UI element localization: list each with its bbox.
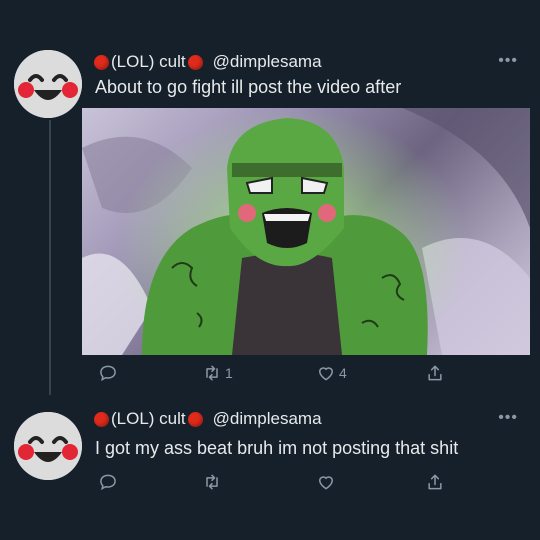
tweet-text: I got my ass beat bruh im not posting th… [95, 438, 459, 458]
tweet[interactable]: (LOL) cult @dimplesama ••• I got my ass … [0, 400, 540, 540]
display-name[interactable]: (LOL) cult [111, 409, 186, 429]
more-icon[interactable]: ••• [498, 52, 518, 70]
tweet-header: (LOL) cult @dimplesama [92, 52, 322, 72]
tweet-actions [92, 472, 452, 496]
smiley-avatar-image [14, 412, 82, 480]
heart-icon [318, 476, 334, 490]
share-button[interactable] [425, 363, 445, 383]
heart-icon [318, 367, 334, 381]
tweet-media-image[interactable] [82, 108, 530, 355]
red-circle-emoji-icon [94, 411, 109, 427]
tweet-actions: 1 4 [92, 363, 452, 387]
smiley-avatar-image [14, 50, 82, 118]
reply-icon [100, 365, 116, 382]
share-icon [428, 365, 442, 381]
like-button[interactable] [316, 472, 336, 492]
retweet-count: 1 [225, 365, 233, 381]
tweet[interactable]: (LOL) cult @dimplesama ••• About to go f… [0, 0, 540, 400]
user-handle[interactable]: @dimplesama [213, 52, 322, 72]
tweet-text: About to go fight ill post the video aft… [95, 77, 402, 97]
red-circle-emoji-icon [94, 54, 109, 70]
avatar[interactable] [14, 412, 82, 480]
more-icon[interactable]: ••• [498, 409, 518, 427]
reply-icon [100, 474, 116, 491]
retweet-button[interactable] [202, 472, 222, 492]
red-circle-emoji-icon [187, 411, 203, 427]
share-button[interactable] [425, 472, 445, 492]
red-circle-emoji-icon [187, 54, 203, 70]
reply-button[interactable] [98, 363, 118, 383]
reply-button[interactable] [98, 472, 118, 492]
like-count: 4 [339, 365, 347, 381]
tweet-header: (LOL) cult @dimplesama [92, 409, 322, 429]
like-button[interactable]: 4 [316, 363, 347, 383]
user-handle[interactable]: @dimplesama [213, 409, 322, 429]
display-name[interactable]: (LOL) cult [111, 52, 186, 72]
retweet-button[interactable]: 1 [202, 363, 233, 383]
retweet-icon [206, 474, 218, 490]
hulk-cartoon-illustration [82, 108, 530, 355]
share-icon [428, 474, 442, 490]
avatar[interactable] [14, 50, 82, 118]
retweet-icon [206, 365, 218, 381]
